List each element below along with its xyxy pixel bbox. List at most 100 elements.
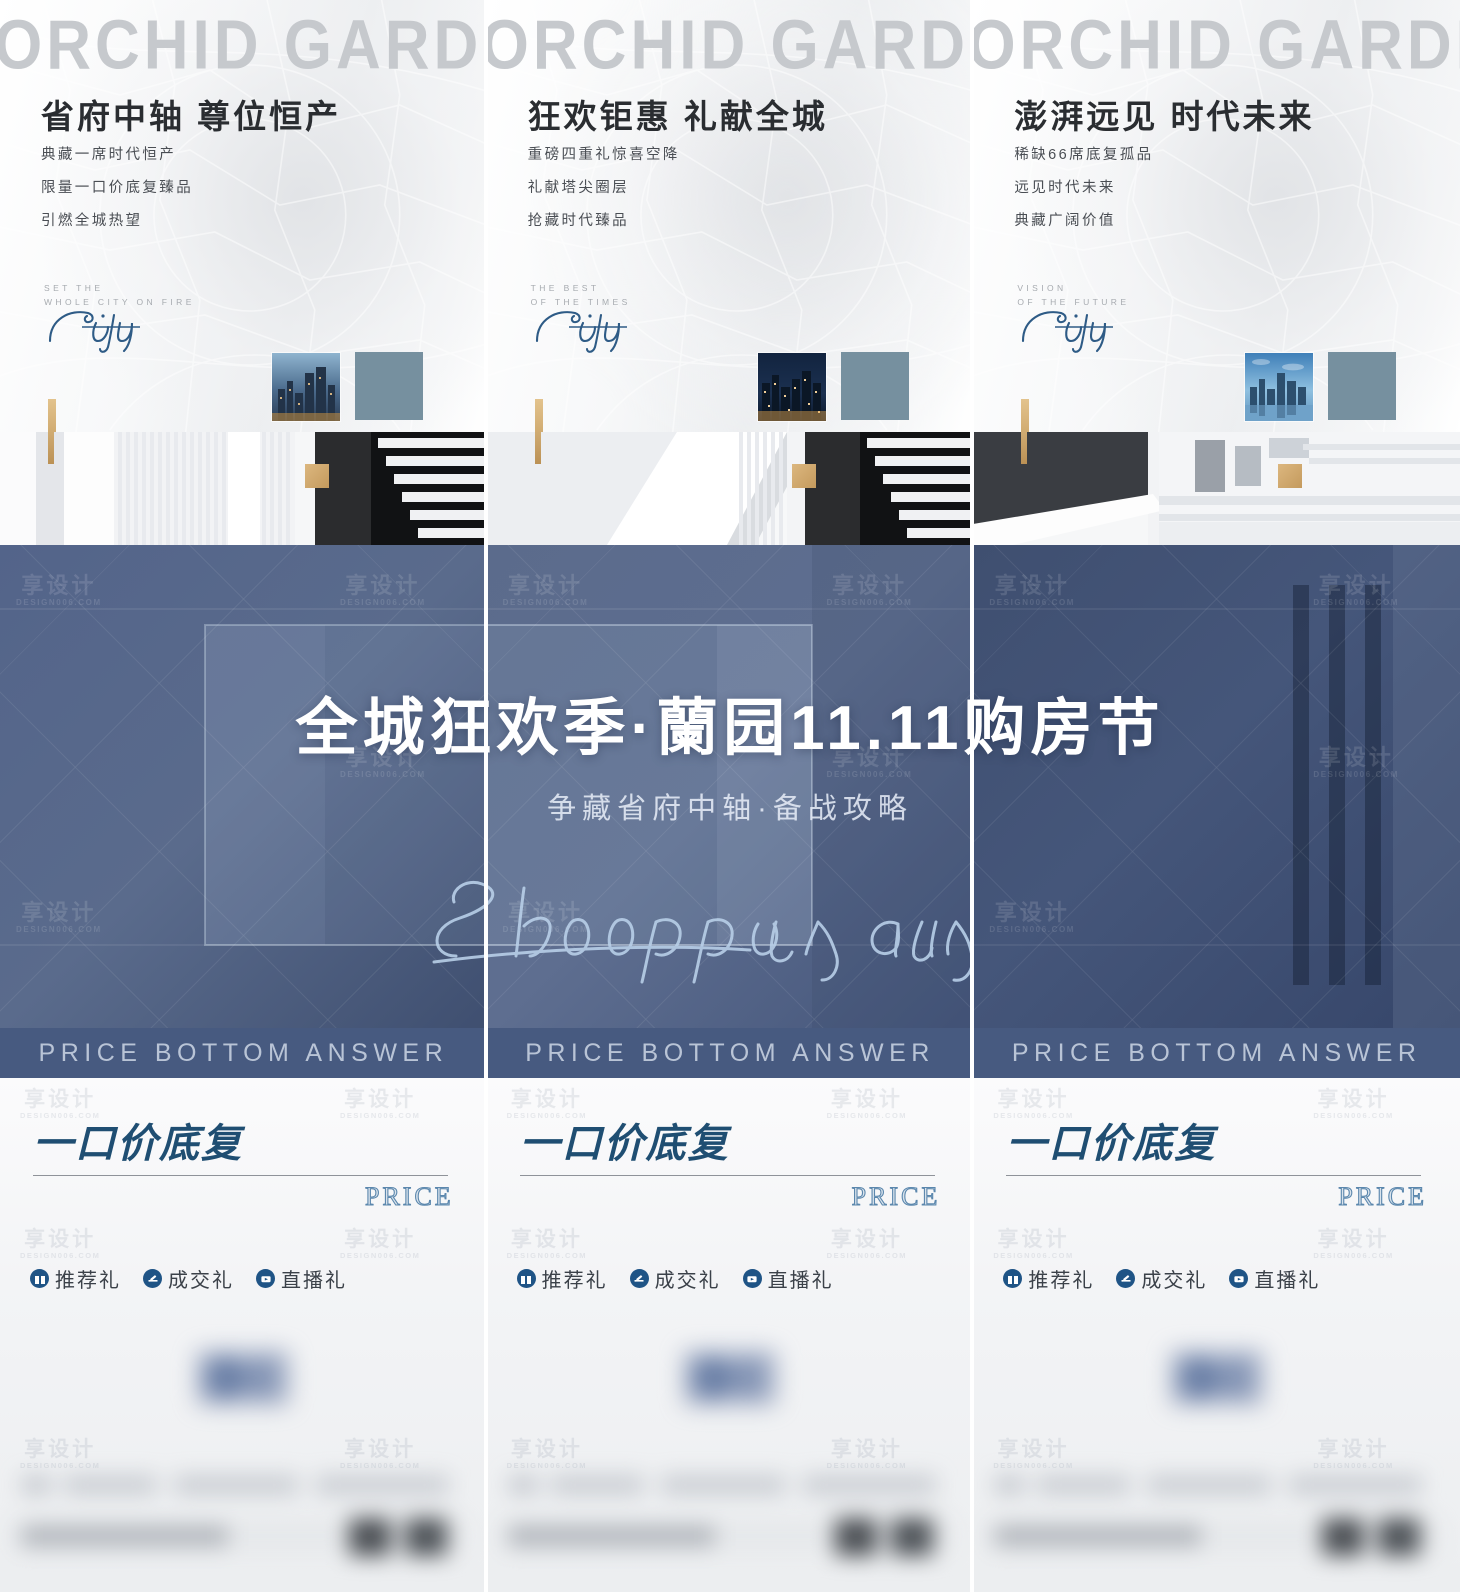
color-swatch bbox=[841, 352, 910, 420]
diagonal-watermark-grid bbox=[486, 545, 974, 1028]
gavel-icon bbox=[1116, 1269, 1136, 1288]
watermark: 享设计DESIGN006.COM bbox=[993, 1088, 1074, 1121]
bullet-1: 稀缺66席底复孤品 bbox=[1014, 147, 1154, 163]
bottom-price-section-2: 一口价底复 PRICE 推荐礼 成交礼 直播礼 享设计 DESIGN006.CO… bbox=[486, 1078, 974, 1592]
bullet-2: 礼献塔尖圈层 bbox=[527, 179, 630, 196]
gold-square-accent bbox=[1278, 464, 1303, 488]
list-item[interactable]: 成交礼 bbox=[143, 1264, 234, 1293]
gold-square-accent bbox=[305, 464, 329, 488]
list-item[interactable]: 成交礼 bbox=[629, 1264, 721, 1293]
bullet-1: 重磅四重礼惊喜空降 bbox=[527, 147, 680, 163]
footer-qr-2 bbox=[891, 1518, 934, 1556]
gold-vertical-accent bbox=[1021, 432, 1028, 464]
blue-hero-2: 享设计DESIGN006.COM 享设计DESIGN006.COM 享设计DES… bbox=[486, 545, 974, 1028]
photo-band-1 bbox=[0, 432, 487, 545]
bottom-price-section-3: 一口价底复 PRICE 推荐礼 成交礼 直播礼 享设计 DESIGN006.CO… bbox=[973, 1078, 1460, 1592]
live-video-icon bbox=[1229, 1269, 1249, 1288]
watermark: 享设计DESIGN006.COM bbox=[20, 1438, 101, 1471]
footer-disclaimer-text bbox=[22, 1476, 464, 1494]
price-title-en: PRICE bbox=[364, 1181, 454, 1211]
city-script-signature bbox=[44, 305, 174, 353]
panel-bullets: 稀缺66席底复孤品 远见时代未来 典藏广阔价值 bbox=[1014, 147, 1154, 247]
price-answer-label: PRICE BOTTOM ANSWER bbox=[1011, 1038, 1422, 1067]
footer-qr-2 bbox=[404, 1518, 447, 1556]
list-item[interactable]: 成交礼 bbox=[1116, 1264, 1207, 1293]
poster-panel-3[interactable]: ORCHID GARDEN 澎湃远见 时代未来 稀缺66席底复孤品 远见时代未来… bbox=[973, 0, 1460, 1592]
footer-qr-2 bbox=[1378, 1518, 1421, 1556]
price-answer-bar-1: PRICE BOTTOM ANSWER bbox=[0, 1028, 487, 1078]
footer-qr-1 bbox=[835, 1518, 878, 1556]
watermark: 享设计DESIGN006.COM bbox=[826, 1228, 908, 1261]
watermark: 享设计DESIGN006.COM bbox=[826, 1438, 908, 1471]
gold-square-accent bbox=[791, 464, 816, 488]
live-video-icon bbox=[742, 1269, 762, 1288]
brand-wordmark: ORCHID GARDEN bbox=[486, 7, 974, 85]
divider-rule bbox=[519, 1175, 935, 1176]
list-item[interactable]: 直播礼 bbox=[1229, 1264, 1320, 1293]
poster-panel-1[interactable]: ORCHID GARDEN 省府中轴 尊位恒产 典藏一席时代恒产 限量一口价底复… bbox=[0, 0, 487, 1592]
watermark: 享设计DESIGN006.COM bbox=[1313, 1438, 1394, 1471]
footer-address-text bbox=[995, 1526, 1336, 1546]
list-item[interactable]: 推荐礼 bbox=[516, 1264, 608, 1293]
gift-list: 推荐礼 成交礼 直播礼 bbox=[1003, 1264, 1320, 1293]
diagonal-watermark-grid bbox=[973, 545, 1460, 1028]
list-item[interactable]: 直播礼 bbox=[256, 1264, 347, 1293]
footer-disclaimer-text bbox=[508, 1476, 951, 1494]
panel-divider bbox=[970, 0, 974, 1592]
interior-photo bbox=[0, 432, 487, 545]
color-swatch bbox=[354, 352, 423, 420]
watermark: 享设计DESIGN006.COM bbox=[20, 1088, 101, 1121]
bullet-3: 抢藏时代臻品 bbox=[527, 212, 630, 229]
gift-label: 推荐礼 bbox=[1028, 1270, 1095, 1292]
list-item[interactable]: 推荐礼 bbox=[30, 1264, 121, 1293]
price-answer-label: PRICE BOTTOM ANSWER bbox=[38, 1038, 449, 1067]
panel-headline: 澎湃远见 时代未来 bbox=[1014, 98, 1315, 135]
footer-address-text bbox=[508, 1526, 849, 1546]
blue-hero-3: 享设计DESIGN006.COM 享设计DESIGN006.COM 享设计DES… bbox=[973, 545, 1460, 1028]
list-item[interactable]: 直播礼 bbox=[742, 1264, 834, 1293]
poster-canvas: ORCHID GARDEN 省府中轴 尊位恒产 典藏一席时代恒产 限量一口价底复… bbox=[0, 0, 1460, 1592]
bullet-3: 引燃全城热望 bbox=[41, 212, 143, 229]
watermark: 享设计DESIGN006.COM bbox=[993, 1228, 1074, 1261]
watermark: 享设计DESIGN006.COM bbox=[1313, 1228, 1394, 1261]
gold-accent-bar bbox=[534, 399, 543, 432]
footer-disclaimer-text bbox=[995, 1476, 1438, 1494]
gift-icon bbox=[1003, 1269, 1023, 1288]
price-title-en: PRICE bbox=[1338, 1181, 1428, 1211]
blue-hero-1: 享设计DESIGN006.COM 享设计DESIGN006.COM 享设计DES… bbox=[0, 545, 487, 1028]
gift-icon bbox=[30, 1269, 49, 1288]
watermark: 享设计DESIGN006.COM bbox=[340, 1088, 421, 1121]
city-script-signature bbox=[1017, 305, 1147, 353]
gold-vertical-accent bbox=[534, 432, 541, 464]
watermark: 享设计DESIGN006.COM bbox=[993, 1438, 1074, 1471]
gold-vertical-accent bbox=[48, 432, 54, 464]
price-answer-label: PRICE BOTTOM ANSWER bbox=[525, 1038, 935, 1067]
city-photo-thumb bbox=[270, 352, 341, 422]
diagonal-watermark-grid bbox=[0, 545, 487, 1028]
watermark: 享设计DESIGN006.COM bbox=[340, 1228, 421, 1261]
gift-label: 直播礼 bbox=[1254, 1270, 1321, 1292]
hero-map-area-1: ORCHID GARDEN 省府中轴 尊位恒产 典藏一席时代恒产 限量一口价底复… bbox=[0, 0, 487, 432]
panel-headline: 狂欢钜惠 礼献全城 bbox=[527, 98, 828, 135]
gavel-icon bbox=[143, 1269, 162, 1288]
divider-rule bbox=[1006, 1175, 1422, 1176]
en-tagline-line1: SET THE bbox=[44, 283, 104, 293]
list-item[interactable]: 推荐礼 bbox=[1003, 1264, 1094, 1293]
qr-code-logo bbox=[682, 1349, 778, 1407]
panel-bullets: 典藏一席时代恒产 限量一口价底复臻品 引燃全城热望 bbox=[41, 147, 193, 247]
bullet-1: 典藏一席时代恒产 bbox=[41, 147, 177, 163]
en-tagline-line1: VISION bbox=[1017, 283, 1067, 293]
watermark: 享设计DESIGN006.COM bbox=[1313, 1088, 1394, 1121]
panel-divider bbox=[484, 0, 488, 1592]
watermark: 享设计DESIGN006.COM bbox=[506, 1088, 588, 1121]
gift-icon bbox=[516, 1269, 536, 1288]
photo-band-3 bbox=[973, 432, 1460, 545]
poster-panel-2[interactable]: ORCHID GARDEN 狂欢钜惠 礼献全城 重磅四重礼惊喜空降 礼献塔尖圈层… bbox=[486, 0, 974, 1592]
qr-code-logo bbox=[1168, 1349, 1265, 1407]
watermark: 享设计DESIGN006.COM bbox=[506, 1438, 588, 1471]
gift-label: 推荐礼 bbox=[55, 1270, 121, 1292]
thumbnail-pair bbox=[1244, 352, 1397, 422]
gavel-icon bbox=[629, 1269, 649, 1288]
brand-wordmark: ORCHID GARDEN bbox=[0, 7, 487, 85]
price-answer-bar-3: PRICE BOTTOM ANSWER bbox=[973, 1028, 1460, 1078]
